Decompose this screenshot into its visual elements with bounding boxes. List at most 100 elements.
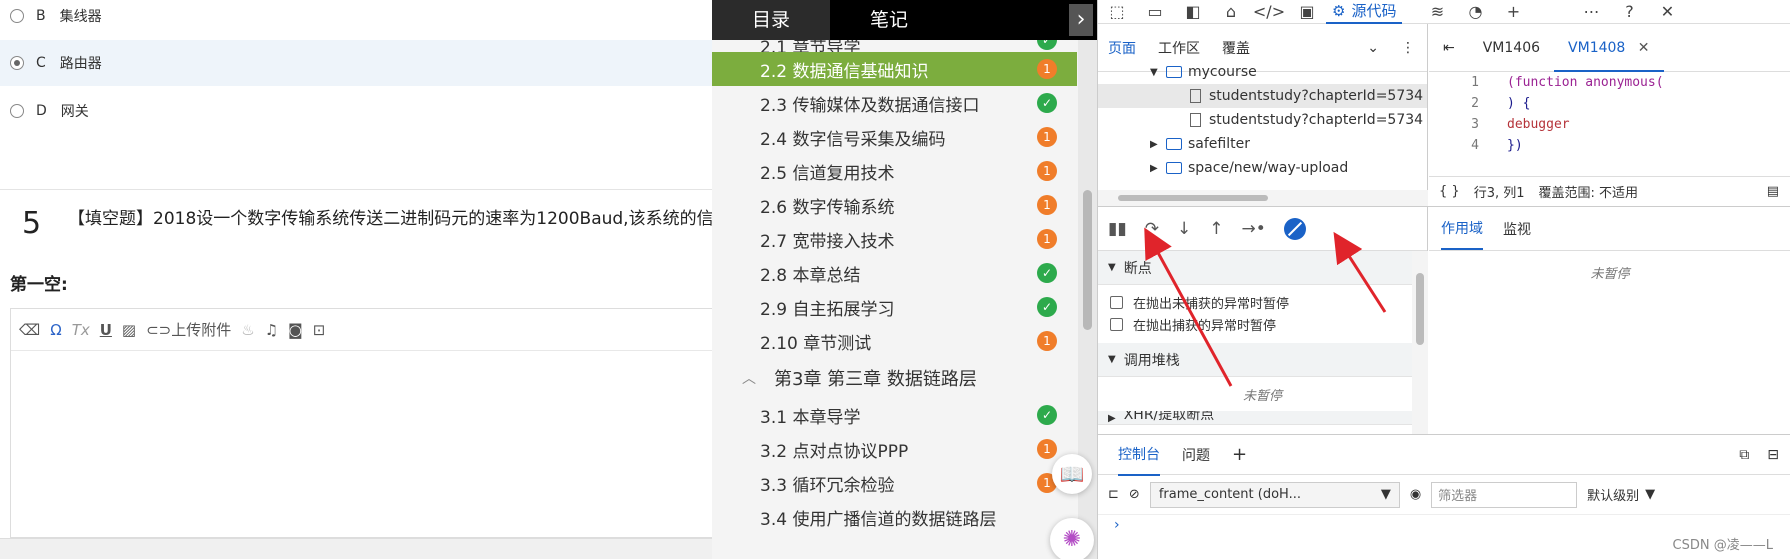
camera-icon[interactable]: ◙: [288, 318, 303, 342]
tab-console[interactable]: 控制台: [1118, 434, 1160, 476]
chapter-item[interactable]: 2.1 章节导学 ✓: [712, 40, 1077, 52]
more-vertical-icon[interactable]: ⋮: [1401, 40, 1415, 56]
upload-label: 上传附件: [171, 321, 232, 339]
book-icon[interactable]: 📖: [1052, 454, 1092, 494]
callstack-section[interactable]: ▼ 调用堆栈: [1098, 343, 1427, 377]
chapter-item[interactable]: 2.2 数据通信基础知识 1: [712, 52, 1077, 86]
dock-icon[interactable]: ⧉: [1739, 447, 1749, 463]
pause-uncaught-option[interactable]: 在抛出未捕获的异常时暂停: [1098, 291, 1427, 313]
option-d[interactable]: D 网关: [0, 88, 712, 134]
chapter-item[interactable]: 2.8 本章总结 ✓: [712, 256, 1077, 290]
radio-b[interactable]: [10, 9, 24, 23]
performance-icon[interactable]: ◔: [1456, 2, 1494, 21]
checkbox[interactable]: [1110, 295, 1123, 309]
scrollbar-thumb[interactable]: [1083, 190, 1092, 330]
image-icon[interactable]: ▨: [122, 318, 136, 342]
close-tab-icon[interactable]: ✕: [1638, 40, 1650, 56]
answer-editor[interactable]: ⌫ Ω Tx U ▨ ⊂⊃ 上传附件 ♨ ♫ ◙ ⊡: [10, 308, 712, 538]
tab-issues[interactable]: 问题: [1182, 445, 1210, 465]
close-drawer-icon[interactable]: ⊟: [1767, 447, 1779, 463]
toggle-navigator-icon[interactable]: ⇤: [1429, 24, 1469, 72]
add-icon[interactable]: +: [1232, 444, 1247, 465]
pause-icon[interactable]: ▮▮: [1108, 219, 1127, 239]
scrollbar-thumb[interactable]: [1416, 273, 1424, 345]
device-icon[interactable]: ▭: [1136, 2, 1174, 21]
console-prompt[interactable]: ›: [1114, 517, 1120, 533]
pretty-print-button[interactable]: { }: [1439, 184, 1460, 199]
chapter-item[interactable]: 3.3 循环冗余检验 1: [712, 466, 1077, 500]
upload-attachment-button[interactable]: ⊂⊃ 上传附件: [146, 318, 231, 342]
chapter-item[interactable]: 2.4 数字信号采集及编码 1: [712, 120, 1077, 154]
chapter-item[interactable]: 3.2 点对点协议PPP 1: [712, 432, 1077, 466]
more-icon[interactable]: ⋯: [1572, 2, 1610, 21]
tree-file[interactable]: studentstudy?chapterId=5734: [1098, 108, 1427, 132]
chapter-heading[interactable]: ︿ 第3章 第三章 数据链路层: [712, 358, 1077, 398]
chapter-item[interactable]: 2.5 信道复用技术 1: [712, 154, 1077, 188]
chapter-item[interactable]: 2.10 章节测试 1: [712, 324, 1077, 358]
chapter-item[interactable]: 2.6 数字传输系统 1: [712, 188, 1077, 222]
filter-input[interactable]: 筛选器: [1431, 481, 1578, 508]
log-level-select[interactable]: 默认级别 ▼: [1587, 485, 1655, 504]
tree-folder[interactable]: ▼ mycourse: [1098, 60, 1427, 84]
step-out-icon[interactable]: ↑: [1209, 219, 1223, 239]
tab-watch[interactable]: 监视: [1503, 219, 1531, 239]
folder-upload-icon[interactable]: ⊡: [313, 318, 326, 342]
tab-sources[interactable]: ⚙ 源代码: [1326, 0, 1403, 24]
microphone-icon[interactable]: ♨: [241, 318, 254, 342]
radio-d[interactable]: [10, 104, 24, 118]
radio-c[interactable]: [10, 56, 24, 70]
breakpoints-section[interactable]: ▼ 断点: [1098, 251, 1427, 285]
chapter-item[interactable]: 2.9 自主拓展学习 ✓: [712, 290, 1077, 324]
chapter-item[interactable]: 3.4 使用广播信道的数据链路层: [712, 500, 1077, 534]
sidebar-icon[interactable]: ◧: [1174, 2, 1212, 21]
clear-console-icon[interactable]: ⊘: [1129, 487, 1140, 502]
tab-page[interactable]: 页面: [1108, 38, 1136, 58]
tree-file[interactable]: studentstudy?chapterId=5734: [1098, 84, 1427, 108]
tex-icon[interactable]: Tx: [72, 318, 90, 342]
step-into-icon[interactable]: ↓: [1177, 219, 1191, 239]
chapter-item[interactable]: 2.7 宽带接入技术 1: [712, 222, 1077, 256]
close-icon[interactable]: ✕: [1648, 2, 1686, 21]
inspect-icon[interactable]: ⬚: [1098, 2, 1136, 21]
tab-directory[interactable]: 目录: [712, 0, 831, 40]
help-icon[interactable]: ?: [1610, 2, 1648, 21]
debugger-scrollbar[interactable]: [1412, 251, 1428, 435]
tab-scope[interactable]: 作用域: [1441, 208, 1483, 250]
omega-icon[interactable]: Ω: [50, 318, 61, 342]
step-over-icon[interactable]: ↷: [1145, 219, 1159, 239]
step-icon[interactable]: →•: [1241, 219, 1265, 239]
music-icon[interactable]: ♫: [265, 318, 278, 342]
pause-caught-option[interactable]: 在抛出捕获的异常时暂停: [1098, 313, 1427, 335]
option-b[interactable]: B 集线器: [0, 0, 712, 39]
scrollbar-thumb[interactable]: [1118, 195, 1268, 201]
xhr-section[interactable]: ▶ XHR/提取断点: [1098, 411, 1427, 425]
underline-icon[interactable]: U: [100, 318, 112, 342]
chapter-item[interactable]: 2.3 传输媒体及数据通信接口 ✓: [712, 86, 1077, 120]
tab-notes[interactable]: 笔记: [830, 0, 948, 40]
eraser-icon[interactable]: ⌫: [19, 318, 40, 342]
tree-folder[interactable]: ▶ safefilter: [1098, 132, 1427, 156]
tree-folder[interactable]: ▶ space/new/way-upload: [1098, 156, 1427, 180]
horizontal-scrollbar[interactable]: [1098, 190, 1428, 206]
network-icon[interactable]: ≋: [1418, 2, 1456, 21]
brain-icon[interactable]: ✺: [1050, 518, 1094, 559]
chevron-down-icon[interactable]: ⌄: [1367, 40, 1379, 56]
elements-icon[interactable]: </>: [1250, 2, 1288, 21]
chapter-item[interactable]: 3.1 本章导学 ✓: [712, 398, 1077, 432]
checkbox[interactable]: [1110, 317, 1123, 331]
option-c[interactable]: C 路由器: [0, 40, 712, 86]
tab-workspace[interactable]: 工作区: [1158, 38, 1200, 58]
chevron-right-icon[interactable]: ›: [1069, 4, 1093, 36]
tab-overrides[interactable]: 覆盖: [1222, 38, 1250, 58]
deactivate-breakpoints-icon[interactable]: [1283, 217, 1306, 240]
eye-icon[interactable]: ◉: [1410, 487, 1421, 502]
code-area[interactable]: 1 (function anonymous( 2 ) { 3 debugger …: [1429, 72, 1790, 176]
tab-vm1406[interactable]: VM1406: [1469, 24, 1554, 72]
context-select[interactable]: frame_content (doH... ▼: [1149, 481, 1400, 508]
tab-vm1408[interactable]: VM1408 ✕: [1554, 24, 1664, 72]
add-icon[interactable]: +: [1494, 2, 1532, 21]
console-sidebar-icon[interactable]: ⊏: [1108, 487, 1119, 502]
home-icon[interactable]: ⌂: [1212, 2, 1250, 21]
screenshot-icon[interactable]: ▤: [1767, 184, 1779, 199]
console-icon[interactable]: ▣: [1288, 2, 1326, 21]
